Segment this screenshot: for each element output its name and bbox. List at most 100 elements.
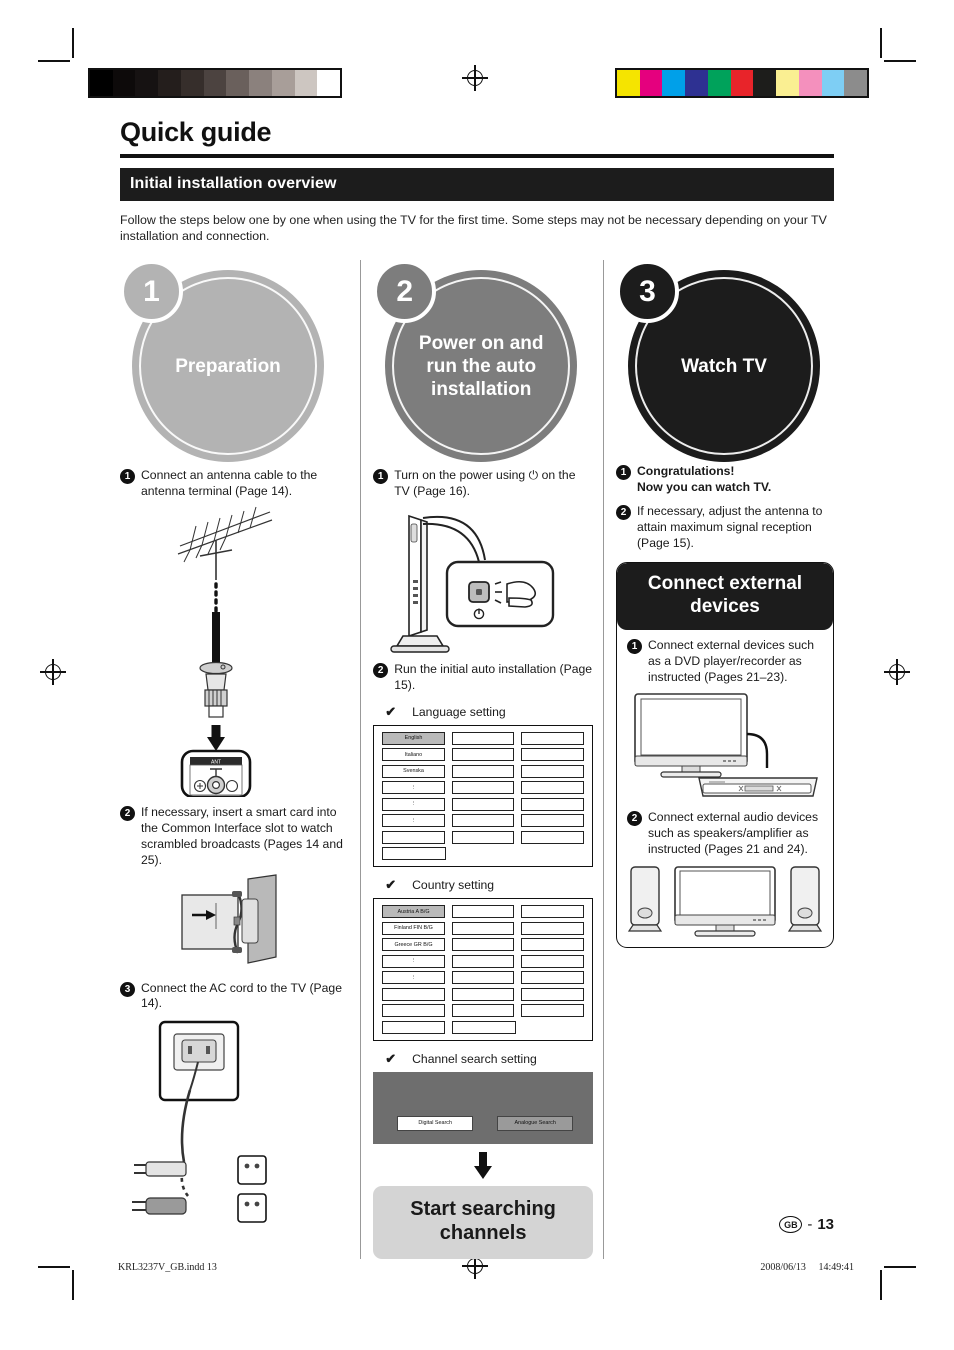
language-option-ellipsis: ⋮ xyxy=(382,781,445,795)
osd-cell-blank[interactable] xyxy=(521,954,584,968)
step-1-item-2: 2 If necessary, insert a smart card into… xyxy=(120,805,350,868)
osd-cell-blank[interactable] xyxy=(521,797,584,811)
osd-cell-blank[interactable] xyxy=(521,781,584,795)
osd-cell-blank[interactable] xyxy=(451,814,515,828)
step-1-item-3-marker: 3 xyxy=(120,981,135,997)
crop-mark-br-v xyxy=(880,1270,882,1300)
country-option-greece[interactable]: Greece GR B/G xyxy=(382,938,445,952)
page-title: Quick guide xyxy=(120,117,272,147)
osd-row: ⋮ xyxy=(382,797,584,811)
osd-cell-blank[interactable] xyxy=(521,987,584,1001)
osd-row: ⋮ xyxy=(382,971,584,985)
osd-row: ⋮ xyxy=(382,814,584,828)
grayscale-swatch-8 xyxy=(271,70,295,96)
osd-cell-blank[interactable] xyxy=(451,764,515,778)
grayscale-swatch-10 xyxy=(317,70,341,96)
osd-cell-blank[interactable] xyxy=(521,748,584,762)
country-option-ellipsis: ⋮ xyxy=(382,971,445,985)
osd-cell-blank[interactable] xyxy=(451,938,515,952)
step-3-number-badge: 3 xyxy=(616,260,679,324)
osd-row: Austria A B/G xyxy=(382,905,584,919)
country-option-ellipsis: ⋮ xyxy=(382,954,445,968)
analogue-search-button[interactable]: Analogue Search xyxy=(497,1115,574,1131)
registration-mark-right xyxy=(884,659,910,685)
country-setting-osd: Austria A B/G Finland FIN B/G Greece GR … xyxy=(373,898,593,1041)
osd-cell-blank[interactable] xyxy=(451,954,515,968)
color-swatch-5 xyxy=(730,70,754,96)
osd-cell-blank[interactable] xyxy=(451,921,515,935)
step-1-item-1: 1 Connect an antenna cable to the antenn… xyxy=(120,468,350,500)
tv-speakers-illustration xyxy=(627,861,823,939)
osd-cell-blank[interactable] xyxy=(451,748,515,762)
step-1-item-1-marker: 1 xyxy=(120,469,135,485)
osd-cell-blank[interactable] xyxy=(451,830,515,844)
osd-cell-blank[interactable] xyxy=(451,781,515,795)
osd-cell-blank[interactable] xyxy=(382,1020,446,1034)
osd-cell-blank[interactable] xyxy=(452,1020,516,1034)
check-icon-country: ✔ xyxy=(385,877,397,893)
osd-cell-blank[interactable] xyxy=(451,1004,515,1018)
source-file-name: KRL3237V_GB.indd 13 xyxy=(118,1262,217,1273)
osd-cell-blank[interactable] xyxy=(521,731,584,745)
step-2-circle-wrap: Power on and run the auto installation 2 xyxy=(373,260,593,463)
osd-cell-empty xyxy=(523,1021,584,1032)
osd-cell-blank[interactable] xyxy=(521,971,584,985)
osd-cell-blank[interactable] xyxy=(382,987,445,1001)
language-option-italiano[interactable]: Italiano xyxy=(382,748,445,762)
color-swatch-8 xyxy=(798,70,822,96)
grayscale-swatch-9 xyxy=(294,70,318,96)
tv-dvd-illustration xyxy=(627,690,823,802)
osd-cell-blank[interactable] xyxy=(382,1004,445,1018)
osd-row: ⋮ xyxy=(382,781,584,795)
crop-mark-bl-v xyxy=(72,1270,74,1300)
connect-external-devices-panel: Connect external devices 1 Connect exter… xyxy=(616,561,834,949)
language-option-english[interactable]: English xyxy=(382,731,445,745)
step-3-item-2: 2 If necessary, adjust the antenna to at… xyxy=(616,504,834,552)
grayscale-swatch-2 xyxy=(135,70,159,96)
ac-cord-illustration xyxy=(120,1016,350,1236)
osd-row: Italiano xyxy=(382,748,584,762)
connect-external-devices-body: 1 Connect external devices such as a DVD… xyxy=(617,630,833,947)
language-setting-osd: English Italiano Svenska ⋮ ⋮ ⋮ xyxy=(373,724,593,868)
connect-item-2-marker: 2 xyxy=(627,810,642,826)
osd-cell-blank[interactable] xyxy=(521,905,584,919)
osd-cell-blank[interactable] xyxy=(451,797,515,811)
country-option-austria[interactable]: Austria A B/G xyxy=(382,905,445,919)
section-heading: Initial installation overview xyxy=(120,167,834,201)
crop-mark-br-h xyxy=(884,1266,916,1268)
title-rule xyxy=(120,153,834,158)
step-column-1: Preparation 1 1 Connect an antenna cable… xyxy=(120,260,350,1258)
intro-paragraph: Follow the steps below one by one when u… xyxy=(120,212,827,244)
osd-cell-blank[interactable] xyxy=(451,731,515,745)
page-number: 13 xyxy=(817,1216,834,1233)
page-number-block: GB - 13 xyxy=(779,1216,834,1233)
language-setting-label-row: ✔ Language setting xyxy=(385,704,593,720)
step-3-label: Watch TV xyxy=(681,355,767,377)
channel-search-osd: Digital Search Analogue Search xyxy=(373,1071,593,1144)
connect-item-1-marker: 1 xyxy=(627,639,642,655)
osd-cell-blank[interactable] xyxy=(451,971,515,985)
osd-cell-blank[interactable] xyxy=(382,847,447,861)
osd-cell-blank[interactable] xyxy=(521,814,584,828)
osd-cell-blank[interactable] xyxy=(521,764,584,778)
osd-row xyxy=(382,987,584,1001)
crop-mark-tr-h xyxy=(884,60,916,62)
language-option-svenska[interactable]: Svenska xyxy=(382,764,445,778)
osd-cell-blank[interactable] xyxy=(521,938,584,952)
antenna-terminal-illustration: ANT xyxy=(120,725,350,798)
color-swatch-9 xyxy=(821,70,845,96)
step-1-item-2-marker: 2 xyxy=(120,806,135,822)
osd-cell-blank[interactable] xyxy=(382,830,445,844)
print-footer: KRL3237V_GB.indd 13 2008/06/13 14:49:41 xyxy=(118,1262,854,1273)
country-option-finland[interactable]: Finland FIN B/G xyxy=(382,921,445,935)
check-icon-language: ✔ xyxy=(385,703,397,719)
osd-cell-blank[interactable] xyxy=(521,921,584,935)
color-swatch-0 xyxy=(617,70,640,96)
osd-cell-blank[interactable] xyxy=(521,1004,584,1018)
connect-item-1-text: Connect external devices such as a DVD p… xyxy=(648,638,814,685)
osd-cell-blank[interactable] xyxy=(521,830,584,844)
channel-search-label-row: ✔ Channel search setting xyxy=(385,1051,593,1067)
osd-cell-blank[interactable] xyxy=(451,987,515,1001)
digital-search-button[interactable]: Digital Search xyxy=(397,1115,474,1131)
osd-cell-blank[interactable] xyxy=(451,905,515,919)
